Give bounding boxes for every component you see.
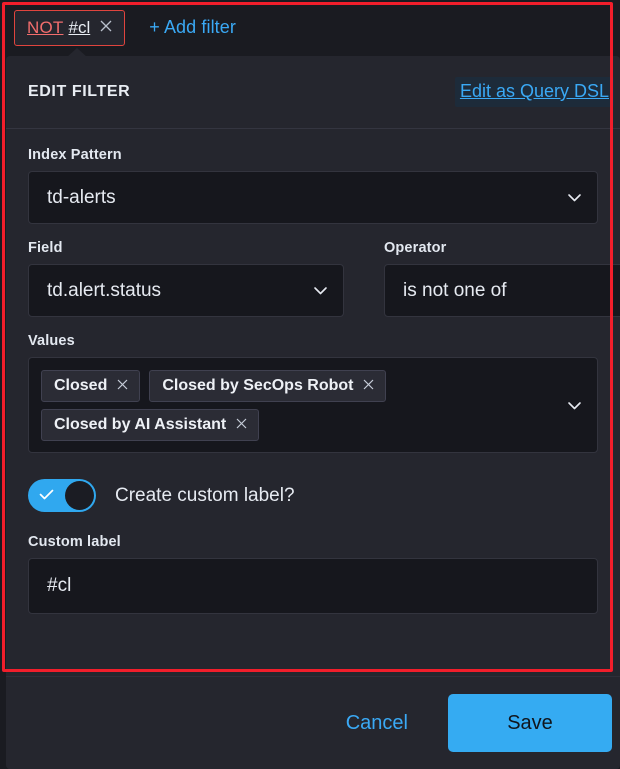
value-pill-label: Closed by SecOps Robot — [162, 376, 354, 394]
field-value: td.alert.status — [47, 279, 162, 301]
field-group: Field td.alert.status — [28, 240, 344, 317]
value-pill[interactable]: Closed — [41, 369, 141, 402]
cancel-button[interactable]: Cancel — [346, 712, 408, 735]
popover-footer: Cancel Save — [6, 676, 620, 769]
value-pill-label: Closed — [54, 376, 108, 394]
create-custom-label-toggle[interactable] — [28, 479, 96, 512]
field-label: Field — [28, 240, 63, 256]
chevron-down-icon — [312, 282, 329, 299]
save-button[interactable]: Save — [448, 694, 612, 752]
filter-pill-cl[interactable]: NOT #cl — [14, 9, 126, 46]
operator-group: Operator is not one of — [384, 240, 620, 317]
filter-bar: NOT #cl + Add filter — [0, 0, 620, 55]
check-icon — [38, 486, 55, 503]
popover-body: Index Pattern td-alerts Field td.alert.s… — [6, 129, 620, 614]
chevron-down-icon — [566, 189, 583, 206]
filter-pill-negation: NOT — [27, 17, 64, 37]
field-operator-row: Field td.alert.status Operator is not on… — [28, 240, 620, 317]
custom-label-value: #cl — [47, 575, 72, 596]
index-pattern-select[interactable]: td-alerts — [28, 171, 598, 224]
index-pattern-value: td-alerts — [47, 186, 116, 208]
close-icon[interactable] — [116, 378, 129, 394]
field-select[interactable]: td.alert.status — [28, 264, 344, 317]
page-title: EDIT FILTER — [28, 83, 131, 100]
index-pattern-group: Index Pattern td-alerts — [28, 147, 598, 224]
toggle-knob — [65, 481, 94, 510]
add-filter-button[interactable]: + Add filter — [149, 17, 236, 38]
index-pattern-label: Index Pattern — [28, 147, 122, 163]
close-icon[interactable] — [235, 417, 248, 433]
popover-header: EDIT FILTER Edit as Query DSL — [6, 56, 620, 129]
value-pill-label: Closed by AI Assistant — [54, 415, 227, 433]
custom-label-input[interactable]: #cl — [28, 558, 598, 614]
operator-value: is not one of — [403, 279, 507, 301]
close-icon[interactable] — [99, 19, 113, 37]
create-custom-label-row: Create custom label? — [28, 479, 598, 512]
popover-arrow — [66, 48, 88, 58]
filter-pill-label: #cl — [68, 17, 91, 37]
operator-select[interactable]: is not one of — [384, 264, 620, 317]
edit-filter-popover: EDIT FILTER Edit as Query DSL Index Patt… — [6, 56, 620, 769]
custom-label-group: Custom label #cl — [28, 534, 598, 614]
edit-as-query-dsl-link[interactable]: Edit as Query DSL — [454, 77, 614, 107]
close-icon[interactable] — [362, 378, 375, 394]
values-combobox[interactable]: Closed Closed by SecOps Robot Closed by … — [28, 357, 598, 453]
values-label: Values — [28, 333, 75, 349]
create-custom-label-text: Create custom label? — [115, 484, 295, 506]
value-pill[interactable]: Closed by SecOps Robot — [149, 369, 387, 402]
values-group: Values Closed Closed by SecOps Robot Clo… — [28, 333, 598, 453]
custom-label-label: Custom label — [28, 534, 121, 550]
chevron-down-icon[interactable] — [566, 397, 583, 414]
operator-label: Operator — [384, 240, 447, 256]
values-pill-list: Closed Closed by SecOps Robot Closed by … — [37, 368, 566, 443]
value-pill[interactable]: Closed by AI Assistant — [41, 408, 260, 441]
